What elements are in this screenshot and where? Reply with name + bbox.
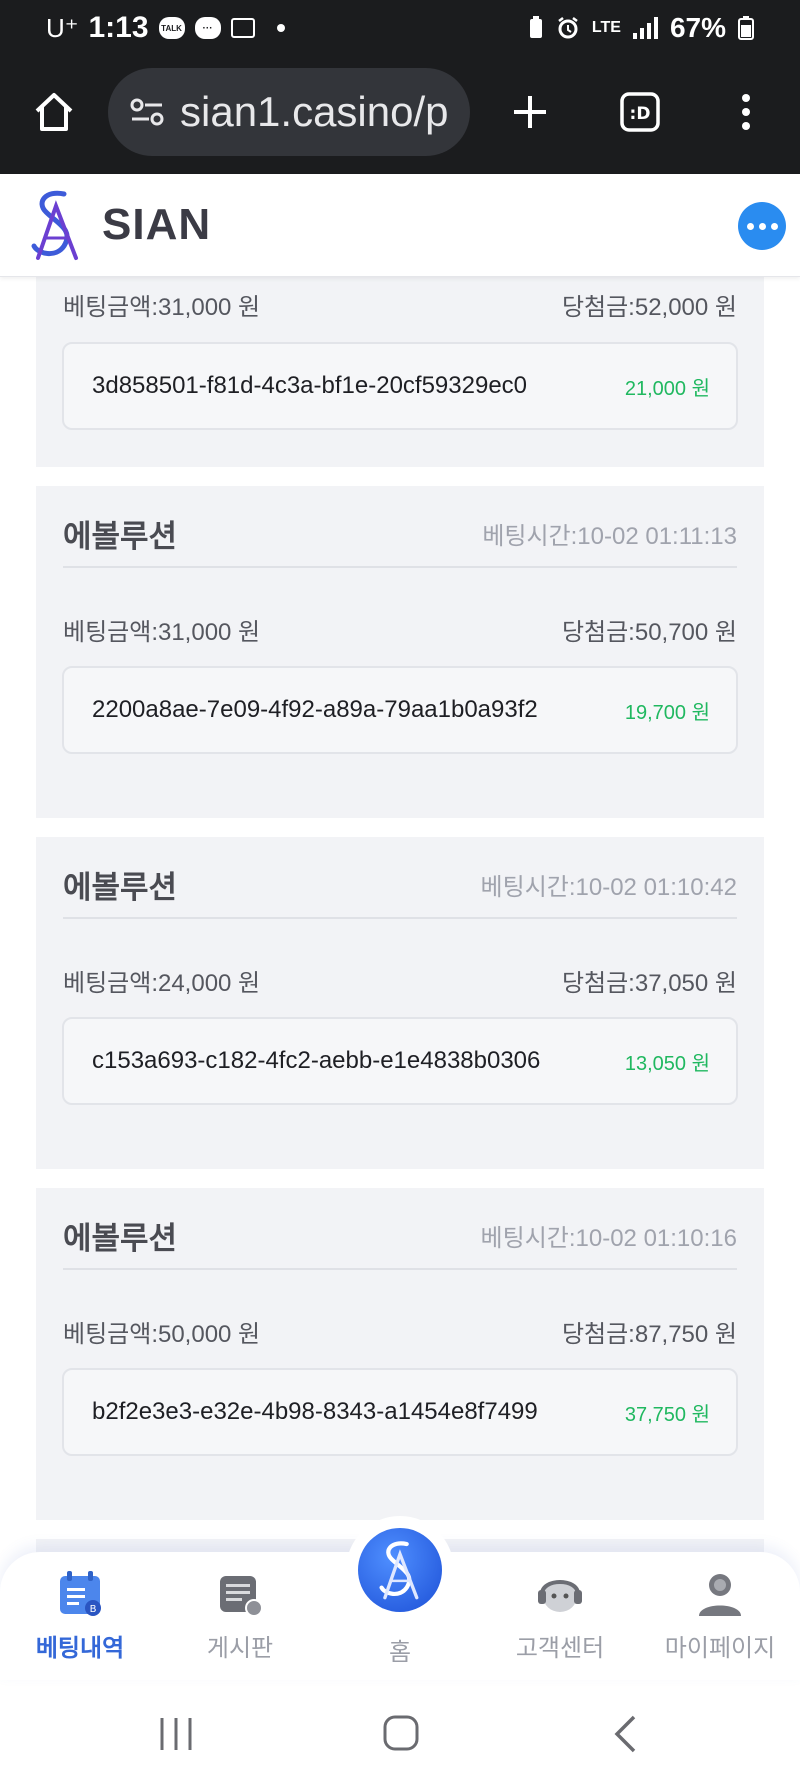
bet-amount: 베팅금액:31,000 원 xyxy=(63,294,261,321)
logo-text: SIAN xyxy=(102,200,212,249)
bet-profit: 13,050 원 xyxy=(624,1052,710,1075)
address-bar[interactable]: sian1.casino/p xyxy=(108,68,470,156)
bet-amount: 베팅금액:31,000 원 xyxy=(63,619,261,646)
bet-time: 베팅시간:10-02 01:10:42 xyxy=(480,874,737,901)
nav-label: 마이페이지 xyxy=(664,1635,776,1662)
nav-home-label: 홈 xyxy=(388,1639,412,1666)
svg-text:B: B xyxy=(90,1604,97,1615)
clock: 1:13 xyxy=(88,11,149,44)
bet-id: 3d858501-f81d-4c3a-bf1e-20cf59329ec0 xyxy=(92,372,528,399)
bet-id-box[interactable]: 2200a8ae-7e09-4f92-a89a-79aa1b0a93f2 19,… xyxy=(62,666,738,754)
game-name: 에볼루션 xyxy=(63,1221,178,1256)
bet-amount: 베팅금액:50,000 원 xyxy=(63,1321,261,1348)
win-amount: 당첨금:37,050 원 xyxy=(561,970,737,997)
back-icon xyxy=(614,1715,636,1753)
nav-bet-history[interactable]: B 베팅내역 xyxy=(10,1570,150,1663)
sian-logo-icon xyxy=(31,190,78,260)
plus-icon xyxy=(514,96,546,128)
bet-time: 베팅시간:10-02 01:10:16 xyxy=(480,1225,737,1252)
nav-label: 고객센터 xyxy=(515,1635,605,1662)
message-icon: ··· xyxy=(194,17,221,39)
my-page-icon xyxy=(699,1574,741,1616)
notification-dot-icon xyxy=(276,24,285,32)
system-home-button[interactable] xyxy=(382,1714,420,1757)
chat-dot-icon xyxy=(770,222,778,230)
card-divider xyxy=(63,917,737,919)
svg-text::D: :D xyxy=(630,104,651,124)
game-name: 에볼루션 xyxy=(63,870,178,905)
win-amount: 당첨금:52,000 원 xyxy=(561,294,737,321)
nav-label: 베팅내역 xyxy=(35,1635,125,1662)
tab-switcher-icon: :D xyxy=(620,92,660,132)
browser-home-button[interactable] xyxy=(28,82,80,142)
more-vert-icon xyxy=(742,94,750,130)
battery-saver-icon xyxy=(529,16,542,38)
battery-percent: 67% xyxy=(669,12,726,43)
card-divider xyxy=(63,1268,737,1270)
system-home-icon xyxy=(383,1715,419,1751)
status-bar: U⁺ 1:13 TALK ··· LTE 67% xyxy=(0,0,800,56)
calendar-icon xyxy=(230,18,255,38)
carrier-label: U⁺ xyxy=(46,12,79,43)
chat-dot-icon xyxy=(758,222,766,230)
network-type-label: LTE xyxy=(591,19,621,36)
url-text: sian1.casino/p xyxy=(180,88,449,135)
win-amount: 당첨금:50,700 원 xyxy=(561,619,737,646)
bet-card: 에볼루션 베팅시간:10-02 01:11:13 베팅금액:31,000 원 당… xyxy=(36,486,764,818)
bet-profit: 21,000 원 xyxy=(624,377,710,400)
nav-home-button[interactable] xyxy=(346,1516,454,1624)
recent-apps-button[interactable] xyxy=(156,1716,196,1757)
bet-time: 베팅시간:10-02 01:11:13 xyxy=(482,523,737,550)
battery-icon xyxy=(738,16,754,40)
site-settings-icon xyxy=(130,98,164,126)
status-right: LTE 67% xyxy=(528,12,754,44)
bet-id-box[interactable]: b2f2e3e3-e32e-4b98-8343-a1454e8f7499 37,… xyxy=(62,1368,738,1456)
home-icon xyxy=(35,93,73,131)
signal-icon xyxy=(632,17,658,39)
status-left: U⁺ 1:13 TALK ··· xyxy=(46,11,285,45)
bet-card: 에볼루션 베팅시간:10-02 01:10:42 베팅금액:24,000 원 당… xyxy=(36,837,764,1169)
bet-card: 베팅금액:31,000 원 당첨금:52,000 원 3d858501-f81d… xyxy=(36,277,764,467)
game-name: 에볼루션 xyxy=(63,519,178,554)
nav-customer-center[interactable]: 고객센터 xyxy=(490,1570,630,1663)
site-logo[interactable]: SIAN xyxy=(24,188,211,262)
sian-logo-white-icon xyxy=(379,1541,419,1600)
chat-button[interactable] xyxy=(738,202,786,250)
bet-history-icon: B xyxy=(60,1571,101,1616)
new-tab-button[interactable] xyxy=(504,86,556,138)
chat-dot-icon xyxy=(746,222,754,230)
nav-label: 게시판 xyxy=(206,1635,274,1662)
board-icon xyxy=(220,1576,263,1617)
bet-id: 2200a8ae-7e09-4f92-a89a-79aa1b0a93f2 xyxy=(92,696,538,723)
tab-switcher-button[interactable]: :D xyxy=(614,86,666,138)
back-button[interactable] xyxy=(612,1714,638,1759)
bet-id-box[interactable]: c153a693-c182-4fc2-aebb-e1e4838b0306 13,… xyxy=(62,1017,738,1105)
bet-id: c153a693-c182-4fc2-aebb-e1e4838b0306 xyxy=(92,1047,541,1074)
win-amount: 당첨금:87,750 원 xyxy=(561,1321,737,1348)
bet-card: 에볼루션 베팅시간:10-02 01:10:16 베팅금액:50,000 원 당… xyxy=(36,1188,764,1520)
card-divider xyxy=(63,566,737,568)
recent-apps-icon xyxy=(160,1718,192,1750)
alarm-icon xyxy=(558,17,578,39)
bet-history-list: 베팅금액:31,000 원 당첨금:52,000 원 3d858501-f81d… xyxy=(0,277,800,1560)
bet-amount: 베팅금액:24,000 원 xyxy=(63,970,261,997)
bet-id-box[interactable]: 3d858501-f81d-4c3a-bf1e-20cf59329ec0 21,… xyxy=(62,342,738,430)
browser-toolbar: sian1.casino/p :D xyxy=(0,56,800,174)
kakaotalk-icon: TALK xyxy=(158,17,185,39)
browser-menu-button[interactable] xyxy=(724,86,768,138)
bet-profit: 19,700 원 xyxy=(624,701,710,724)
home-logo-icon xyxy=(358,1528,442,1612)
nav-my-page[interactable]: 마이페이지 xyxy=(650,1570,790,1663)
nav-board[interactable]: 게시판 xyxy=(170,1570,310,1663)
system-nav-bar xyxy=(0,1680,800,1784)
site-header: SIAN xyxy=(0,174,800,277)
bet-id: b2f2e3e3-e32e-4b98-8343-a1454e8f7499 xyxy=(92,1398,538,1425)
customer-center-icon xyxy=(538,1580,582,1612)
bet-profit: 37,750 원 xyxy=(624,1403,710,1426)
